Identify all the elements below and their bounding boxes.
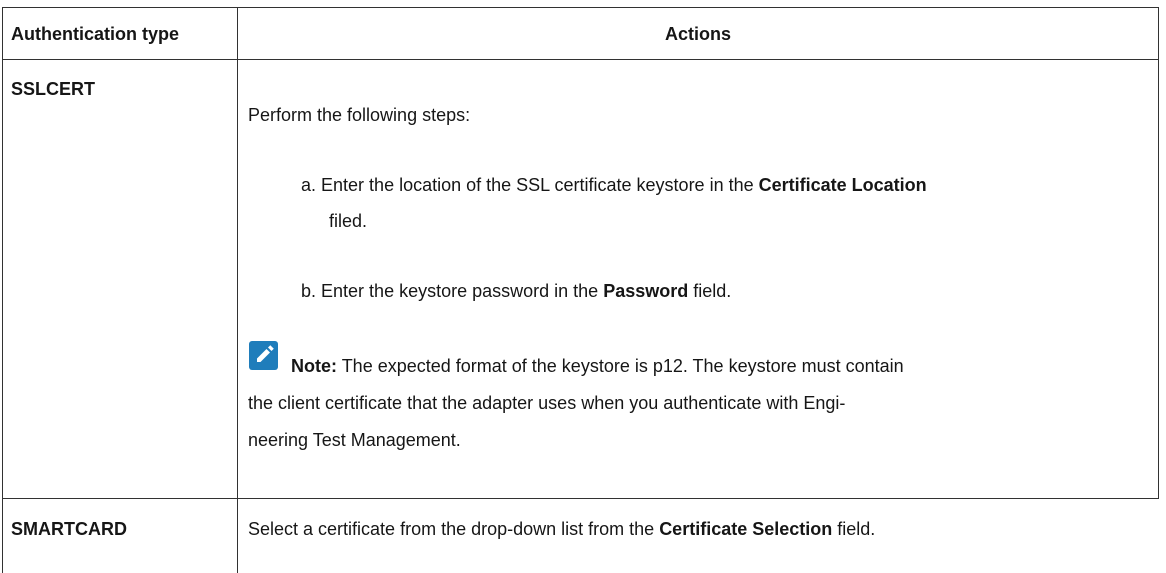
- table-column-divider: [237, 7, 238, 573]
- table-top-border: [2, 7, 1159, 8]
- note-line-3: neering Test Management.: [248, 430, 461, 450]
- smartcard-action-bold: Certificate Selection: [659, 519, 833, 539]
- auth-actions-table: Authentication type Actions SSLCERT Perf…: [0, 0, 1166, 573]
- table-row-divider: [2, 498, 1159, 499]
- step-b-post: field.: [693, 281, 732, 301]
- table-header-divider: [2, 59, 1159, 60]
- note-label: Note:: [291, 356, 337, 376]
- step-b-text: Enter the keystore password in the: [321, 281, 599, 301]
- auth-type-sslcert: SSLCERT: [11, 79, 96, 99]
- header-authentication-type: Authentication type: [11, 24, 180, 44]
- note-text-1: The expected format of the keystore is p…: [341, 356, 904, 376]
- step-b-bold: Password: [603, 281, 689, 301]
- auth-type-smartcard: SMARTCARD: [11, 519, 127, 539]
- pencil-note-icon: [249, 341, 278, 370]
- note-line-2: the client certificate that the adapter …: [248, 393, 846, 413]
- smartcard-action: Select a certificate from the drop-down …: [248, 518, 875, 540]
- step-b: b. Enter the keystore password in the Pa…: [301, 280, 731, 302]
- steps-intro: Perform the following steps:: [248, 105, 471, 125]
- step-a-marker: a.: [301, 175, 317, 195]
- smartcard-action-text: Select a certificate from the drop-down …: [248, 519, 655, 539]
- smartcard-action-post: field.: [837, 519, 876, 539]
- step-a: a. Enter the location of the SSL certifi…: [301, 174, 927, 196]
- header-actions: Actions: [664, 24, 731, 44]
- step-a-continuation: filed.: [329, 211, 368, 231]
- step-b-marker: b.: [301, 281, 317, 301]
- table-right-border: [1158, 7, 1159, 499]
- step-a-text: Enter the location of the SSL certificat…: [321, 175, 754, 195]
- table-left-border: [2, 7, 3, 573]
- step-a-bold: Certificate Location: [758, 175, 927, 195]
- note-line-1: Note: The expected format of the keystor…: [291, 355, 904, 377]
